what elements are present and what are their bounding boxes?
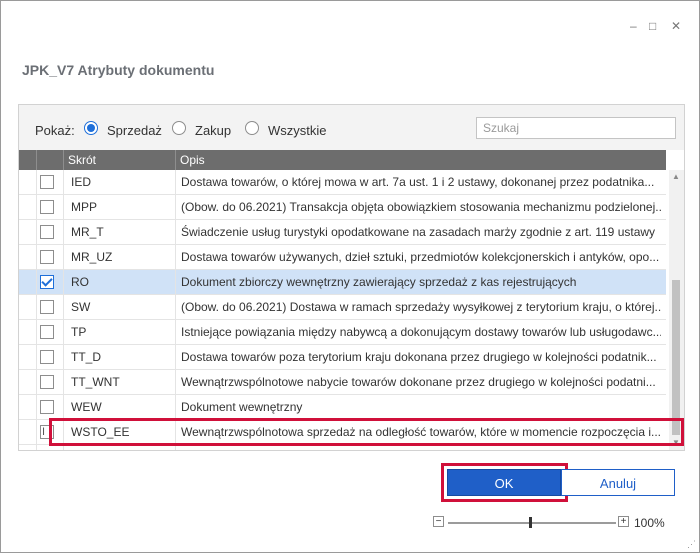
row-description: (Obow. do 06.2021) Transakcja objęta obo… <box>181 200 661 214</box>
scrollbar-thumb[interactable] <box>672 280 680 435</box>
content-panel: Pokaż: Sprzedaż Zakup Wszystkie Skrót Op… <box>18 104 685 451</box>
table-row[interactable]: IED Dostawa towarów, o której mowa w art.… <box>19 170 666 195</box>
dialog-window: – □ ✕ JPK_V7 Atrybuty dokumentu Pokaż: S… <box>0 0 700 553</box>
close-icon[interactable]: ✕ <box>671 19 681 33</box>
row-description: Dostawa towarów, o której mowa w art. 7a… <box>181 175 655 189</box>
row-description: Wewnątrzwspólnotowe nabycie towarów doko… <box>181 375 656 389</box>
row-code: WEW <box>71 400 102 414</box>
row-description: Dokument wewnętrzny <box>181 400 303 414</box>
text-cursor-icon: I <box>42 426 46 438</box>
radio-wszystkie[interactable] <box>245 121 259 135</box>
table-row[interactable]: TT_D Dostawa towarów poza terytorium kraj… <box>19 345 666 370</box>
radio-sprzedaz[interactable] <box>84 121 98 135</box>
row-code: SW <box>71 300 91 314</box>
maximize-icon[interactable]: □ <box>649 19 656 33</box>
search-input[interactable] <box>476 117 676 139</box>
row-checkbox[interactable] <box>40 200 54 214</box>
radio-zakup-label[interactable]: Zakup <box>195 123 231 138</box>
row-code: TT_D <box>71 350 101 364</box>
row-code: MPP <box>71 200 98 214</box>
row-checkbox[interactable] <box>40 375 54 389</box>
scroll-up-icon[interactable]: ▲ <box>672 172 680 181</box>
column-header-opis[interactable]: Opis <box>180 153 205 167</box>
table-row[interactable]: SW (Obow. do 06.2021) Dostawa w ramach sp… <box>19 295 666 320</box>
dialog-footer: OK Anuluj − + 100% <box>1 459 699 552</box>
row-description: (Obow. do 06.2021) Dostawa w ramach sprz… <box>181 300 661 314</box>
row-code: TT_WNT <box>71 375 120 389</box>
row-checkbox[interactable] <box>40 225 54 239</box>
row-checkbox[interactable] <box>40 350 54 364</box>
table-row[interactable]: TP Istniejące powiązania między nabywcą a… <box>19 320 666 345</box>
row-code: MR_T <box>71 225 104 239</box>
cancel-button[interactable]: Anuluj <box>561 469 675 496</box>
row-description: Istniejące powiązania między nabywcą a d… <box>181 325 661 339</box>
row-checkbox[interactable] <box>40 250 54 264</box>
row-description: Dokument zbiorczy wewnętrzny zawierający… <box>181 275 577 289</box>
radio-wszystkie-label[interactable]: Wszystkie <box>268 123 327 138</box>
radio-sprzedaz-label[interactable]: Sprzedaż <box>107 123 162 138</box>
table-row[interactable]: MR_UZ Dostawa towarów używanych, dzieł sz… <box>19 245 666 270</box>
table-row[interactable]: WEW Dokument wewnętrzny <box>19 395 666 420</box>
vertical-scrollbar[interactable]: ▲ ▼ <box>669 170 684 450</box>
row-code: MR_UZ <box>71 250 113 264</box>
minimize-icon[interactable]: – <box>630 19 637 33</box>
row-checkbox[interactable] <box>40 325 54 339</box>
zoom-out-button[interactable]: − <box>433 516 444 527</box>
zoom-slider-track[interactable] <box>448 522 616 524</box>
table-row[interactable]: MPP (Obow. do 06.2021) Transakcja objęta … <box>19 195 666 220</box>
scroll-down-icon[interactable]: ▼ <box>672 438 680 447</box>
row-checkbox[interactable] <box>40 175 54 189</box>
attributes-table: Skrót Opis IED Dostawa towarów, o której … <box>19 150 684 450</box>
row-description: Wewnątrzwspólnotowa sprzedaż na odległoś… <box>181 425 661 439</box>
row-checkbox[interactable] <box>40 300 54 314</box>
zoom-slider-thumb[interactable] <box>529 517 532 528</box>
row-code: IED <box>71 175 92 189</box>
dialog-title: JPK_V7 Atrybuty dokumentu <box>22 62 215 78</box>
zoom-level: 100% <box>634 516 665 530</box>
table-row[interactable]: WSTO_EE Wewnątrzwspólnotowa sprzedaż na o… <box>19 420 666 445</box>
row-description: Dostawa towarów używanych, dzieł sztuki,… <box>181 250 660 264</box>
table-row[interactable]: RO Dokument zbiorczy wewnętrzny zawierają… <box>19 270 666 295</box>
row-code: RO <box>71 275 89 289</box>
row-code: TP <box>71 325 87 339</box>
table-row[interactable]: MR_T Świadczenie usług turystyki opodatko… <box>19 220 666 245</box>
ok-button[interactable]: OK <box>447 469 561 496</box>
table-row[interactable]: TT_WNT Wewnątrzwspólnotowe nabycie towaró… <box>19 370 666 395</box>
row-description: Dostawa towarów poza terytorium kraju do… <box>181 350 657 364</box>
row-checkbox[interactable] <box>40 400 54 414</box>
column-header-skrot[interactable]: Skrót <box>68 153 96 167</box>
filter-label: Pokaż: <box>35 123 75 138</box>
table-header: Skrót Opis <box>19 150 666 170</box>
resize-grip-icon[interactable]: ⋰ <box>687 539 696 550</box>
radio-zakup[interactable] <box>172 121 186 135</box>
row-checkbox[interactable] <box>40 275 54 289</box>
zoom-in-button[interactable]: + <box>618 516 629 527</box>
row-code: WSTO_EE <box>71 425 130 439</box>
row-description: Świadczenie usług turystyki opodatkowane… <box>181 225 656 239</box>
